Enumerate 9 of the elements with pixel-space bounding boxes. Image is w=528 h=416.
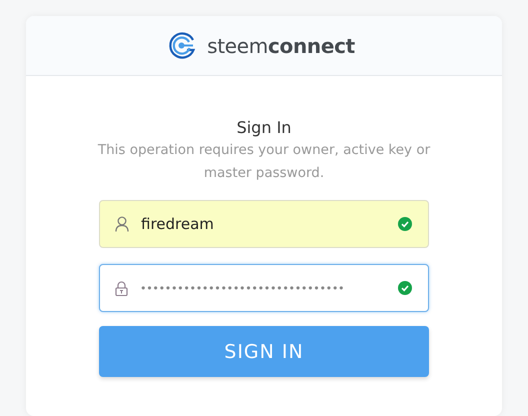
logo-icon [167, 30, 198, 60]
lock-icon [115, 280, 128, 296]
username-field[interactable]: firedream [99, 200, 429, 248]
brand-name: steemconnect [207, 34, 355, 58]
sign-in-button[interactable]: SIGN IN [99, 326, 429, 377]
user-icon [115, 216, 129, 232]
form-title: Sign In [236, 118, 292, 137]
password-field[interactable]: ••••••••••••••••••••••••••••••••• [99, 264, 429, 312]
form-description: This operation requires your owner, active key or master password. [96, 141, 432, 183]
